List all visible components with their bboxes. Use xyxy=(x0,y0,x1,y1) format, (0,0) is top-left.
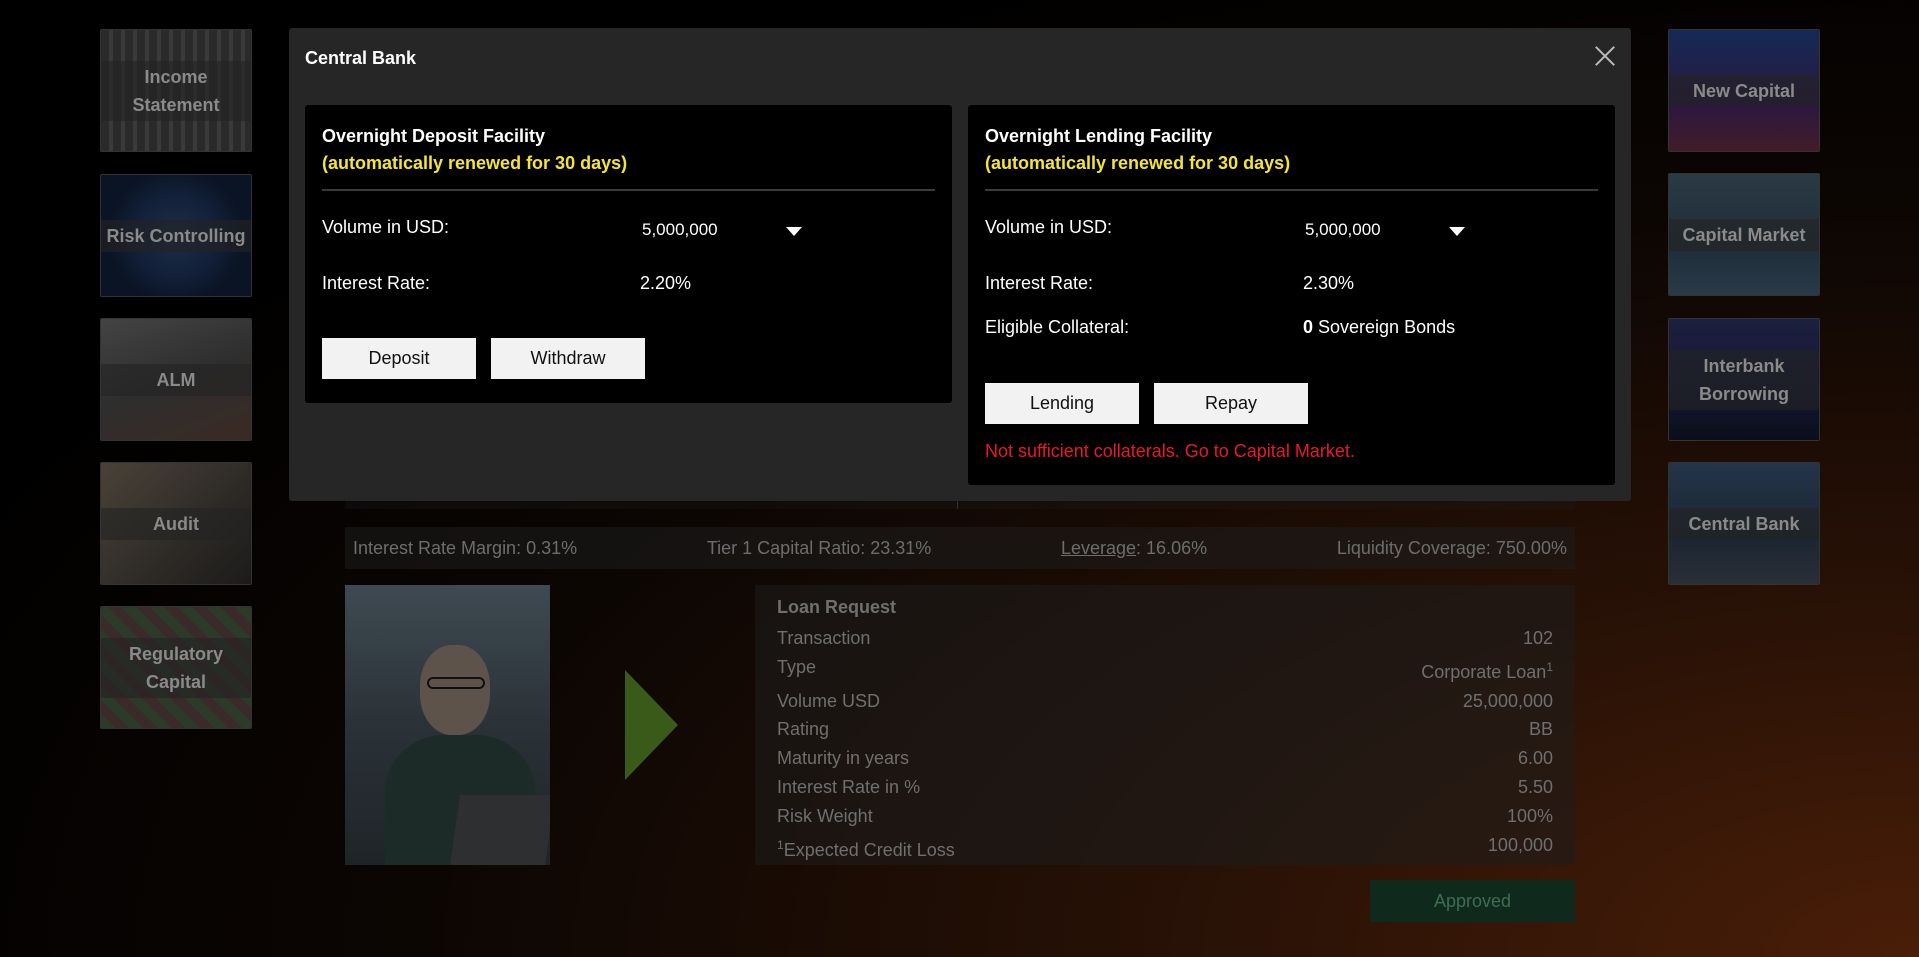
collateral-count: 0 xyxy=(1303,317,1314,337)
lending-facility-subheading: (automatically renewed for 30 days) xyxy=(985,153,1291,173)
interest-rate-margin: Interest Rate Margin: 0.31% xyxy=(353,537,578,558)
loan-row-value: 25,000,000 xyxy=(1462,690,1553,711)
collateral-value: 0 Sovereign Bonds xyxy=(1303,317,1455,338)
metrics-bar: Interest Rate Margin: 0.31% Tier 1 Capit… xyxy=(345,527,1575,569)
lending-volume-field: Volume in USD: 5,000,000 xyxy=(985,211,1598,267)
tile-label: Risk Controlling xyxy=(101,219,251,252)
nav-tile-audit[interactable]: Audit xyxy=(100,462,252,585)
interest-rate-value: 2.20% xyxy=(640,273,692,293)
loan-row-rating: Rating BB xyxy=(777,715,1553,744)
collateral-label: Eligible Collateral: xyxy=(985,317,1130,337)
loan-row-label: Maturity in years xyxy=(777,748,910,769)
photo-laptop xyxy=(450,795,550,865)
lending-volume-select[interactable]: 5,000,000 xyxy=(1305,215,1465,245)
tile-label: ALM xyxy=(101,363,251,396)
nav-tile-new-capital[interactable]: New Capital xyxy=(1668,29,1820,152)
repay-button[interactable]: Repay xyxy=(1154,383,1308,424)
divider xyxy=(322,189,935,191)
loan-request-card: Loan Request Transaction 102 Type Corpor… xyxy=(755,585,1575,865)
loan-row-label: Interest Rate in % xyxy=(777,776,921,797)
collateral-unit: Sovereign Bonds xyxy=(1313,317,1456,337)
deposit-rate-field: Interest Rate: 2.20% xyxy=(322,267,935,323)
nav-tile-alm[interactable]: ALM xyxy=(100,318,252,441)
nav-tile-central-bank[interactable]: Central Bank xyxy=(1668,462,1820,585)
tile-label: Interbank Borrowing xyxy=(1669,349,1819,410)
modal-title: Central Bank xyxy=(305,48,417,68)
loan-row-value: 102 xyxy=(1522,628,1553,648)
leverage-metric: Leverage: 16.06% xyxy=(1061,538,1207,559)
loan-row-value: Corporate Loan xyxy=(1421,661,1547,682)
central-bank-modal: Central Bank Overnight Deposit Facility … xyxy=(289,28,1631,501)
leverage-link[interactable]: Leverage xyxy=(1061,538,1136,558)
loan-row-value-wrap: Corporate Loan1 xyxy=(1421,653,1553,687)
leverage-value: : 16.06% xyxy=(1136,537,1208,558)
nav-tile-regulatory-capital[interactable]: Regulatory Capital xyxy=(100,606,252,729)
footnote-marker: 1 xyxy=(1546,659,1553,674)
deposit-facility-panel: Overnight Deposit Facility (automaticall… xyxy=(305,105,952,403)
eligible-collateral-field: Eligible Collateral: 0 Sovereign Bonds xyxy=(985,311,1598,367)
loan-row-maturity: Maturity in years 6.00 xyxy=(777,744,1553,773)
loan-row-interest-rate: Interest Rate in % 5.50 xyxy=(777,773,1553,802)
loan-request-title: Loan Request xyxy=(777,597,897,617)
interest-rate-value: 2.30% xyxy=(1303,273,1355,293)
lending-rate-field: Interest Rate: 2.30% xyxy=(985,267,1598,311)
tile-label: Capital Market xyxy=(1669,218,1819,251)
loan-row-label: Transaction xyxy=(777,628,871,648)
loan-row-value: 6.00 xyxy=(1517,748,1553,769)
selected-volume: 5,000,000 xyxy=(1305,220,1381,239)
loan-row-volume: Volume USD 25,000,000 xyxy=(777,687,1553,716)
lending-button[interactable]: Lending xyxy=(985,383,1139,424)
selected-volume: 5,000,000 xyxy=(642,220,718,239)
deposit-button[interactable]: Deposit xyxy=(322,338,476,379)
deposit-facility-heading: Overnight Deposit Facility xyxy=(322,126,546,146)
loan-row-transaction: Transaction 102 xyxy=(777,624,1553,653)
loan-row-label: Volume USD xyxy=(777,690,881,711)
loan-row-label: Risk Weight xyxy=(777,805,873,826)
approved-button[interactable]: Approved xyxy=(1370,880,1575,922)
loan-row-label-wrap: 1Expected Credit Loss xyxy=(777,831,955,865)
nav-tile-interbank-borrowing[interactable]: Interbank Borrowing xyxy=(1668,318,1820,441)
loan-row-label: Rating xyxy=(777,719,830,740)
caret-down-icon xyxy=(1449,227,1465,236)
divider xyxy=(985,189,1598,191)
nav-tile-income-statement[interactable]: Income Statement xyxy=(100,29,252,152)
deposit-volume-select[interactable]: 5,000,000 xyxy=(642,215,802,245)
tier1-capital-ratio: Tier 1 Capital Ratio: 23.31% xyxy=(706,537,932,558)
loan-row-value: BB xyxy=(1528,719,1553,740)
play-arrow-icon[interactable] xyxy=(625,670,678,780)
photo-figure-glasses xyxy=(427,677,485,689)
lending-facility-panel: Overnight Lending Facility (automaticall… xyxy=(968,105,1615,485)
loan-row-value: 100% xyxy=(1506,805,1553,826)
volume-label: Volume in USD: xyxy=(322,217,450,237)
tile-label: New Capital xyxy=(1669,74,1819,107)
interest-rate-label: Interest Rate: xyxy=(985,273,1094,293)
nav-tile-capital-market[interactable]: Capital Market xyxy=(1668,173,1820,296)
loan-row-label: Expected Credit Loss xyxy=(783,839,955,860)
footnote-marker: 1 xyxy=(777,837,784,852)
deposit-volume-field: Volume in USD: 5,000,000 xyxy=(322,211,935,267)
nav-tile-risk-controlling[interactable]: Risk Controlling xyxy=(100,174,252,297)
tile-label: Income Statement xyxy=(101,60,251,121)
deposit-facility-subheading: (automatically renewed for 30 days) xyxy=(322,153,628,173)
tile-label: Audit xyxy=(101,507,251,540)
lending-facility-heading: Overnight Lending Facility xyxy=(985,126,1213,146)
tile-label: Regulatory Capital xyxy=(101,637,251,698)
liquidity-coverage: Liquidity Coverage: 750.00% xyxy=(1336,537,1567,558)
loan-row-expected-credit-loss: 1Expected Credit Loss 100,000 xyxy=(777,831,1553,865)
loan-row-label: Type xyxy=(777,656,817,677)
interest-rate-label: Interest Rate: xyxy=(322,273,431,293)
tile-label: Central Bank xyxy=(1669,507,1819,540)
close-icon[interactable] xyxy=(1591,42,1619,70)
volume-label: Volume in USD: xyxy=(985,217,1113,237)
loan-row-value: 100,000 xyxy=(1487,834,1553,855)
loan-row-risk-weight: Risk Weight 100% xyxy=(777,802,1553,831)
loan-row-value: 5.50 xyxy=(1517,776,1553,797)
collateral-error-message: Not sufficient collaterals. Go to Capita… xyxy=(985,441,1355,461)
loan-row-type: Type Corporate Loan1 xyxy=(777,653,1553,687)
withdraw-button[interactable]: Withdraw xyxy=(491,338,645,379)
caret-down-icon xyxy=(786,227,802,236)
customer-photo xyxy=(345,585,550,865)
photo-figure-face xyxy=(420,645,490,735)
